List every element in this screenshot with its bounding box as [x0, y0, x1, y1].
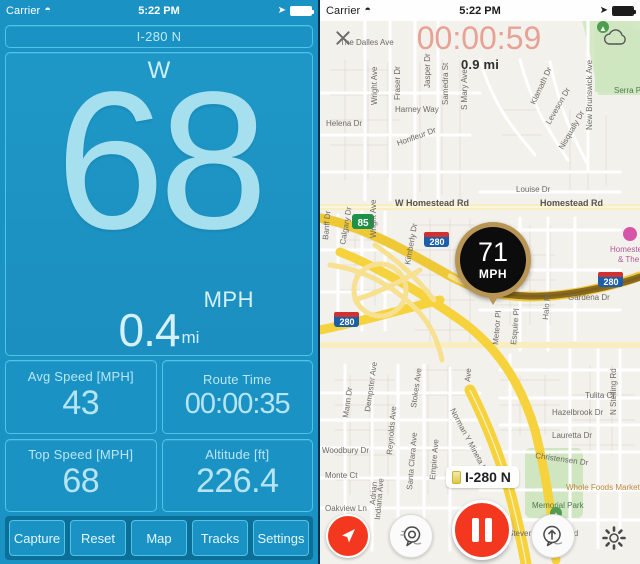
- right-status-right: ➤: [599, 4, 636, 16]
- location-arrow-icon: ➤: [599, 4, 608, 16]
- close-x-icon[interactable]: [330, 25, 356, 51]
- stat-label: Route Time: [203, 371, 272, 387]
- distance-row: 0.4 mi: [6, 307, 312, 353]
- speed-bubble-unit: MPH: [478, 267, 508, 281]
- location-arrow-icon: ➤: [277, 4, 286, 16]
- stat-value: 68: [62, 462, 100, 501]
- distance-unit-label: mi: [181, 328, 200, 347]
- svg-text:Louise Dr: Louise Dr: [516, 185, 551, 194]
- stat-label: Top Speed [MPH]: [28, 447, 134, 463]
- report-speech-bubble-icon: [400, 526, 422, 547]
- svg-text:280: 280: [429, 237, 444, 247]
- cloud-icon[interactable]: [602, 27, 630, 49]
- right-status-bar: Carrier ◓ 5:22 PM ➤: [320, 0, 640, 21]
- svg-text:85: 85: [357, 218, 369, 229]
- speed-bubble-value: 71: [477, 237, 509, 267]
- distance-value: 0.4: [118, 304, 181, 356]
- navigate-button[interactable]: [326, 514, 370, 558]
- svg-text:Serra Park: Serra Park: [614, 86, 640, 95]
- navigation-arrow-icon: [342, 529, 355, 543]
- stat-value: 43: [62, 383, 100, 422]
- svg-text:Helena Dr: Helena Dr: [326, 119, 362, 128]
- highway-shield-280-a: 280: [424, 232, 449, 247]
- stat-card-route-time[interactable]: Route Time 00:00:35: [161, 360, 313, 434]
- settings-button[interactable]: Settings: [253, 520, 309, 556]
- stat-label: Avg Speed [MPH]: [27, 368, 134, 384]
- pause-icon: [472, 518, 492, 542]
- map-road-label-text: I-280 N: [465, 469, 511, 485]
- battery-full-icon: [612, 5, 636, 16]
- current-road-banner[interactable]: I-280 N: [5, 25, 313, 48]
- capture-button[interactable]: Capture: [9, 520, 65, 556]
- svg-text:Woodbury Dr: Woodbury Dr: [322, 446, 369, 455]
- elapsed-timer: 00:00:59: [416, 20, 542, 56]
- stat-card-top-speed[interactable]: Top Speed [MPH] 68: [5, 438, 157, 512]
- svg-text:& The: & The: [618, 255, 640, 264]
- share-up-arrow-icon: [543, 525, 563, 547]
- gear-icon: [602, 526, 626, 550]
- distance-remaining: 0.9 mi: [460, 57, 500, 72]
- svg-text:Whole Foods Market: Whole Foods Market: [566, 483, 640, 492]
- stat-label: Altitude [ft]: [205, 447, 270, 463]
- svg-text:280: 280: [603, 277, 618, 287]
- stat-card-avg-speed[interactable]: Avg Speed [MPH] 43: [5, 360, 157, 434]
- svg-text:Harney Way: Harney Way: [395, 105, 439, 114]
- svg-text:S Mary Ave: S Mary Ave: [460, 69, 469, 110]
- bottom-toolbar: Capture Reset Map Tracks Settings: [5, 516, 313, 560]
- dual-phone-screenshot: Carrier ◓ 5:22 PM ➤ I-280 N W 68 MPH 0.4…: [0, 0, 640, 564]
- left-status-right: ➤: [277, 4, 314, 16]
- svg-text:Homestead Rd: Homestead Rd: [540, 198, 603, 208]
- svg-text:Hazelbrook Dr: Hazelbrook Dr: [552, 408, 603, 417]
- highway-shield-icon: [452, 470, 461, 484]
- status-time: 5:22 PM: [138, 4, 180, 17]
- battery-full-icon: [290, 5, 314, 16]
- speed-bubble-inner: 71 MPH: [460, 227, 526, 293]
- share-location-button[interactable]: [531, 514, 575, 558]
- timer-row: 00:00:59: [320, 21, 640, 55]
- stats-grid: Avg Speed [MPH] 43 Route Time 00:00:35 T…: [5, 360, 313, 512]
- stat-value: 226.4: [195, 462, 279, 501]
- main-speed-panel[interactable]: W 68 MPH 0.4 mi: [5, 52, 313, 356]
- svg-text:Monte Ct: Monte Ct: [325, 471, 358, 480]
- highway-shield-280-c: 280: [598, 272, 623, 287]
- svg-text:Lauretta Dr: Lauretta Dr: [552, 431, 592, 440]
- svg-text:N Stelling Rd: N Stelling Rd: [609, 368, 618, 415]
- reset-button[interactable]: Reset: [70, 520, 126, 556]
- svg-text:Gardena Dr: Gardena Dr: [568, 293, 610, 302]
- svg-text:W Homestead Rd: W Homestead Rd: [395, 198, 469, 208]
- svg-text:Ave: Ave: [463, 367, 473, 382]
- svg-text:Wright Ave: Wright Ave: [369, 199, 378, 238]
- stat-value: 00:00:35: [184, 387, 291, 420]
- poi-marker: [623, 227, 637, 241]
- map-road-label[interactable]: I-280 N: [446, 466, 519, 488]
- tracks-button[interactable]: Tracks: [192, 520, 248, 556]
- settings-button[interactable]: [594, 518, 634, 558]
- status-time: 5:22 PM: [459, 4, 501, 17]
- svg-text:Homestea: Homestea: [610, 245, 640, 254]
- left-status-bar: Carrier ◓ 5:22 PM ➤: [0, 0, 318, 21]
- speedometer-app-screen: Carrier ◓ 5:22 PM ➤ I-280 N W 68 MPH 0.4…: [0, 0, 320, 564]
- stat-card-altitude[interactable]: Altitude [ft] 226.4: [161, 438, 313, 512]
- current-speed-value: 68: [55, 52, 268, 270]
- pause-button[interactable]: [452, 500, 512, 560]
- current-road-label: I-280 N: [136, 29, 182, 44]
- svg-text:280: 280: [339, 317, 354, 327]
- current-speed-bubble[interactable]: 71 MPH: [455, 222, 531, 305]
- report-button[interactable]: [389, 514, 433, 558]
- speedometer-body: I-280 N W 68 MPH 0.4 mi Avg Speed [MPH] …: [0, 21, 318, 564]
- map-controls: [320, 500, 640, 560]
- highway-shield-280-b: 280: [334, 312, 359, 327]
- navigation-map-screen: 85 280 280 280 ▲ The Dalles Ave Wright A…: [320, 0, 640, 564]
- map-button[interactable]: Map: [131, 520, 187, 556]
- speed-bubble-tail: [487, 295, 499, 305]
